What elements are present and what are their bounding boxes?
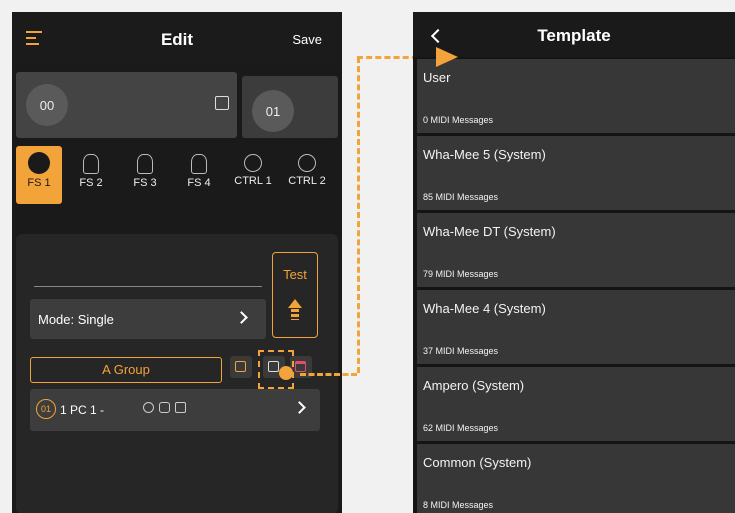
arrow-right-icon [436,47,458,67]
tab-ctrl1[interactable]: CTRL 1 [230,146,276,204]
tab-fs4[interactable]: FS 4 [176,146,222,204]
template-item[interactable]: User 0 MIDI Messages [417,59,735,133]
connector-dot [279,366,293,380]
usb-icon [175,402,186,413]
tab-fs3[interactable]: FS 3 [122,146,168,204]
tab-ctrl2[interactable]: CTRL 2 [284,146,330,204]
footswitch-icon [191,154,207,174]
preset-card-00[interactable]: 00 [16,72,237,138]
edit-icon[interactable] [215,96,229,110]
group-button[interactable]: A Group [30,357,222,383]
trash-icon [295,361,306,372]
connector-line [300,373,357,376]
footswitch-icon [28,152,50,174]
name-field-underline[interactable] [34,286,262,287]
tab-fs2[interactable]: FS 2 [68,146,114,204]
footswitch-icon [83,154,99,174]
template-item[interactable]: Wha-Mee 4 (System) 37 MIDI Messages [417,290,735,364]
chevron-right-icon [293,401,306,414]
knob-icon [298,154,316,172]
footswitch-tabs: FS 1 FS 2 FS 3 FS 4 CTRL 1 CTRL 2 [12,146,342,206]
midi-message-row[interactable]: 01 1 PC 1 - [30,389,320,431]
arrow-up-icon [288,299,302,308]
output-icon [143,402,154,413]
tab-fs1[interactable]: FS 1 [16,146,62,204]
mode-selector[interactable]: Mode: Single [30,299,266,339]
knob-icon [244,154,262,172]
chevron-right-icon [235,311,248,324]
template-item[interactable]: Ampero (System) 62 MIDI Messages [417,367,735,441]
template-screen: Template User 0 MIDI Messages Wha-Mee 5 … [413,12,735,513]
page-title: Template [537,26,611,45]
template-item[interactable]: Wha-Mee 5 (System) 85 MIDI Messages [417,136,735,210]
test-button[interactable]: Test [272,252,318,338]
save-icon [235,361,246,372]
message-index-badge: 01 [36,399,56,419]
footswitch-icon [137,154,153,174]
connector-line [357,57,360,373]
edit-header: Edit Save [12,12,342,66]
preset-number: 01 [252,90,294,132]
save-template-button[interactable] [230,356,252,378]
preset-card-01[interactable]: 01 [242,76,338,138]
template-item[interactable]: Wha-Mee DT (System) 79 MIDI Messages [417,213,735,287]
preset-number: 00 [26,84,68,126]
template-header: Template [413,12,735,57]
bluetooth-icon [159,402,170,413]
template-item[interactable]: Common (System) 8 MIDI Messages [417,444,735,513]
save-button[interactable]: Save [292,32,322,47]
edit-screen: Edit Save 00 01 FS 1 FS 2 FS 3 FS 4 CTRL… [12,12,342,513]
